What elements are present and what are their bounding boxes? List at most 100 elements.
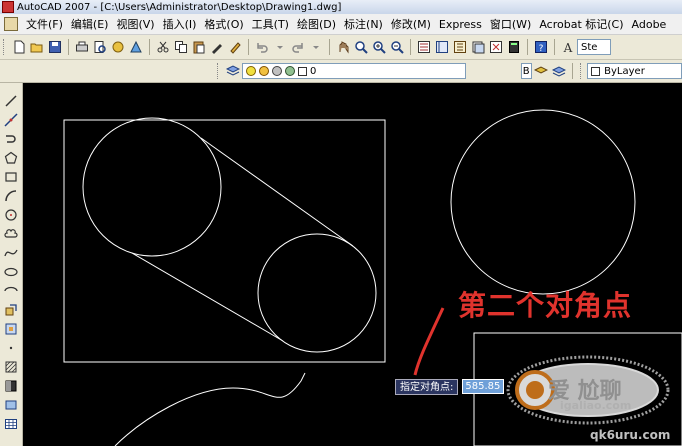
table-icon[interactable]: [3, 416, 19, 432]
toolbar-separator: [572, 63, 574, 79]
menu-adobe[interactable]: Adobe: [628, 18, 671, 31]
layer-previous-icon[interactable]: [551, 63, 567, 79]
toolbar-separator: [554, 39, 555, 55]
insert-block-icon[interactable]: [3, 302, 19, 318]
plot-icon[interactable]: [128, 39, 144, 55]
menu-window[interactable]: 窗口(W): [486, 16, 535, 32]
lower-tangent-line: [131, 252, 284, 342]
right-aligned-box[interactable]: B: [520, 63, 533, 79]
annotation-arrow: [413, 307, 445, 376]
layers-toolbar: 0 B ByLayer: [0, 60, 682, 83]
menu-edit[interactable]: 编辑(E): [67, 16, 113, 32]
make-object-layer-current-icon[interactable]: [533, 63, 549, 79]
help-icon[interactable]: ?: [533, 39, 549, 55]
layer-name: 0: [310, 65, 317, 77]
menu-express[interactable]: Express: [435, 18, 486, 31]
copy-icon[interactable]: [173, 39, 189, 55]
ellipse-arc-icon[interactable]: [3, 283, 19, 299]
toolbar-separator: [68, 39, 69, 55]
design-center-icon[interactable]: [434, 39, 450, 55]
open-file-icon[interactable]: [29, 39, 45, 55]
menu-file[interactable]: 文件(F): [22, 16, 67, 32]
layer-color-swatch: [298, 66, 307, 76]
polyline-icon[interactable]: [3, 131, 19, 147]
sheet-set-icon[interactable]: [470, 39, 486, 55]
menu-draw[interactable]: 绘图(D): [293, 16, 340, 32]
lock-icon[interactable]: [272, 66, 282, 76]
svg-text:?: ?: [539, 44, 544, 54]
menu-format[interactable]: 格式(O): [200, 16, 247, 32]
circle-icon[interactable]: [3, 207, 19, 223]
gradient-icon[interactable]: [3, 378, 19, 394]
save-icon[interactable]: [47, 39, 63, 55]
region-icon[interactable]: [3, 397, 19, 413]
menu-insert[interactable]: 插入(I): [159, 16, 201, 32]
color-value: ByLayer: [604, 65, 645, 77]
revision-cloud-icon[interactable]: [3, 226, 19, 242]
menu-acrobat[interactable]: Acrobat 标记(C): [535, 16, 627, 32]
publish-icon[interactable]: [110, 39, 126, 55]
zoom-previous-icon[interactable]: [389, 39, 405, 55]
markup-icon[interactable]: [488, 39, 504, 55]
undo-icon[interactable]: [254, 39, 270, 55]
paste-icon[interactable]: [191, 39, 207, 55]
large-circle: [82, 117, 222, 257]
undo-dropdown-icon[interactable]: [272, 39, 288, 55]
toolbar-grip[interactable]: [580, 63, 584, 79]
color-swatch: [591, 66, 601, 76]
annotation-text: 第二个对角点: [458, 289, 633, 322]
cut-icon[interactable]: [155, 39, 171, 55]
pan-realtime-icon[interactable]: [335, 39, 351, 55]
ellipse-icon[interactable]: [3, 264, 19, 280]
match-properties-icon[interactable]: [209, 39, 225, 55]
zoom-window-icon[interactable]: [371, 39, 387, 55]
toolbar-separator: [248, 39, 249, 55]
standard-toolbar: ? A Ste: [0, 35, 682, 60]
new-file-icon[interactable]: [11, 39, 27, 55]
hatch-icon[interactable]: [3, 359, 19, 375]
point-icon[interactable]: [3, 340, 19, 356]
calculator-icon[interactable]: [506, 39, 522, 55]
arc-icon[interactable]: [3, 188, 19, 204]
zoom-realtime-icon[interactable]: [353, 39, 369, 55]
small-circle: [257, 233, 377, 353]
title-bar: AutoCAD 2007 - [C:\Users\Administrator\D…: [0, 0, 682, 14]
tool-palettes-icon[interactable]: [452, 39, 468, 55]
prompt-input[interactable]: 585.85: [462, 379, 505, 394]
menu-view[interactable]: 视图(V): [112, 16, 158, 32]
autocad-app-icon[interactable]: [2, 1, 14, 13]
construction-line-icon[interactable]: [3, 112, 19, 128]
text-style-icon[interactable]: A: [560, 39, 576, 55]
menu-modify[interactable]: 修改(M): [387, 16, 435, 32]
sun-icon[interactable]: [259, 66, 269, 76]
plot-style-icon[interactable]: [285, 66, 295, 76]
redo-dropdown-icon[interactable]: [308, 39, 324, 55]
line-icon[interactable]: [3, 93, 19, 109]
color-control-dropdown[interactable]: ByLayer: [587, 63, 682, 79]
watermark-corner-text: qk6uru.com: [590, 428, 671, 442]
text-style-dropdown[interactable]: Ste: [577, 39, 611, 55]
polygon-icon[interactable]: [3, 150, 19, 166]
properties-icon[interactable]: [416, 39, 432, 55]
block-editor-icon[interactable]: [227, 39, 243, 55]
watermark-site-text: igaliao.com: [560, 399, 632, 412]
window-title: AutoCAD 2007 - [C:\Users\Administrator\D…: [17, 1, 342, 13]
right-circle: [450, 109, 636, 295]
menu-dimension[interactable]: 标注(N): [340, 16, 387, 32]
lightbulb-icon[interactable]: [246, 66, 256, 76]
layer-dropdown[interactable]: 0: [242, 63, 466, 79]
toolbar-separator: [149, 39, 150, 55]
make-block-icon[interactable]: [3, 321, 19, 337]
toolbar-separator: [329, 39, 330, 55]
redo-icon[interactable]: [290, 39, 306, 55]
layer-manager-icon[interactable]: [225, 63, 241, 79]
menu-tools[interactable]: 工具(T): [248, 16, 293, 32]
document-icon[interactable]: [4, 17, 18, 31]
print-preview-icon[interactable]: [92, 39, 108, 55]
spline-icon[interactable]: [3, 245, 19, 261]
toolbar-grip[interactable]: [217, 63, 221, 79]
toolbar-grip[interactable]: [3, 39, 7, 55]
rectangle-icon[interactable]: [3, 169, 19, 185]
menu-bar: 文件(F) 编辑(E) 视图(V) 插入(I) 格式(O) 工具(T) 绘图(D…: [0, 14, 682, 35]
print-icon[interactable]: [74, 39, 90, 55]
